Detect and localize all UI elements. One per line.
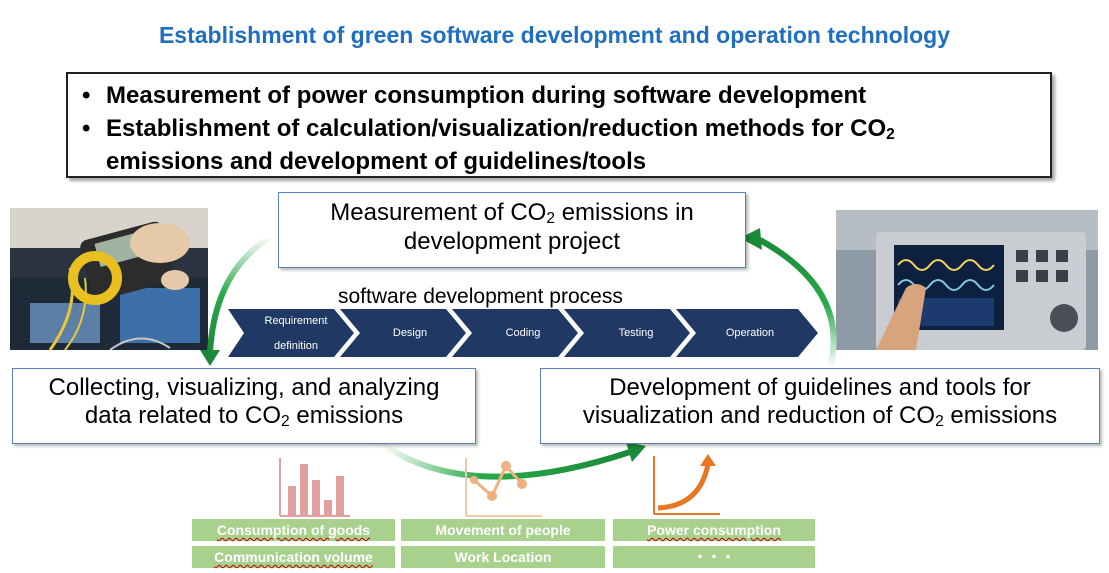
- bar-chart-icon: [279, 458, 350, 517]
- measurement-box-line2: development project: [403, 228, 621, 255]
- step-coding: Coding: [506, 327, 541, 339]
- tag-work-location: Work Location: [401, 546, 605, 568]
- step-testing: Testing: [619, 327, 654, 339]
- tag-movement-of-people: Movement of people: [401, 519, 605, 541]
- process-label: software development process: [338, 285, 623, 308]
- guidelines-box-line2: visualization and reduction of CO2 emiss…: [582, 402, 1058, 430]
- tag-more: ・・・: [613, 546, 815, 568]
- step-requirement-line2: definition: [274, 340, 318, 352]
- step-operation: Operation: [726, 327, 774, 339]
- guidelines-box-line1: Development of guidelines and tools for: [609, 374, 1031, 401]
- collect-box-line2: data related to CO2 emissions: [84, 402, 404, 430]
- line-chart-icon: [465, 458, 542, 517]
- process-chevrons: Requirement definition Design Coding Tes…: [228, 309, 818, 357]
- step-design: Design: [393, 327, 427, 339]
- tag-power-consumption: Power consumption: [613, 519, 815, 541]
- tag-communication-volume: Communication volume: [192, 546, 395, 568]
- measurement-box-line1: Measurement of CO2 emissions in: [330, 199, 694, 227]
- guidelines-box: Development of guidelines and tools for …: [540, 368, 1100, 444]
- tag-consumption-of-goods: Consumption of goods: [192, 519, 395, 541]
- measurement-box: Measurement of CO2 emissions in developm…: [278, 192, 746, 268]
- growth-curve-icon: [653, 454, 720, 515]
- collect-box: Collecting, visualizing, and analyzing d…: [12, 368, 476, 444]
- step-requirement-line1: Requirement: [265, 315, 328, 327]
- collect-box-line1: Collecting, visualizing, and analyzing: [48, 374, 440, 401]
